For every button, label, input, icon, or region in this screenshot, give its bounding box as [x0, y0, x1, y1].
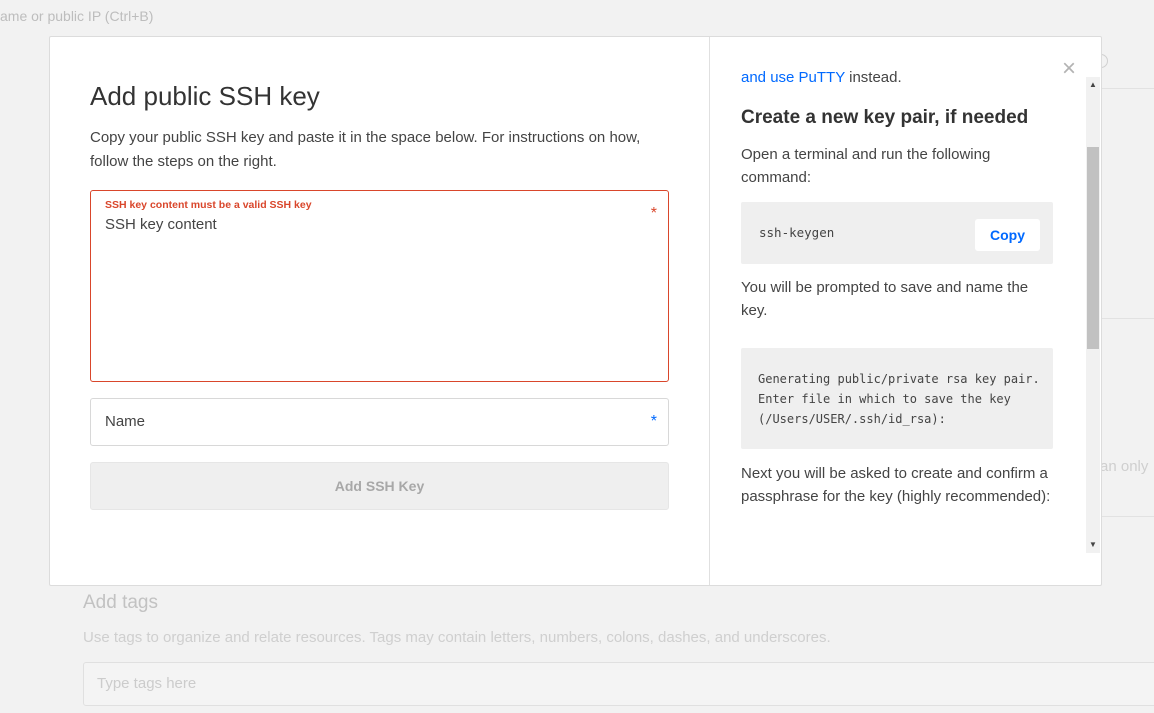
tags-section-description: Use tags to organize and relate resource… — [83, 629, 831, 646]
modal-description: Copy your public SSH key and paste it in… — [90, 129, 641, 170]
key-name-label: Name — [105, 413, 146, 430]
ssh-key-form: Add public SSH key Copy your public SSH … — [50, 37, 709, 585]
instructions-step-3: Next you will be asked to create and con… — [741, 465, 1051, 505]
scroll-down-arrow-icon[interactable]: ▼ — [1086, 539, 1100, 551]
scroll-thumb[interactable] — [1087, 147, 1099, 349]
ssh-key-content-field[interactable]: SSH key content must be a valid SSH key … — [90, 190, 669, 382]
add-ssh-key-modal: Add public SSH key Copy your public SSH … — [49, 36, 1102, 586]
tags-section-title: Add tags — [83, 592, 158, 613]
ssh-key-content-label: SSH key content — [105, 216, 217, 233]
output-text: Generating public/private rsa key pair. … — [758, 372, 1040, 426]
instructions-heading: Create a new key pair, if needed — [741, 107, 1029, 128]
ssh-key-error-message: SSH key content must be a valid SSH key — [105, 199, 312, 211]
instructions-step-2: You will be prompted to save and name th… — [741, 279, 1029, 319]
output-code-block: Generating public/private rsa key pair. … — [741, 348, 1053, 449]
required-asterisk: * — [650, 205, 657, 222]
instructions-pane: and use PuTTY instead. Create a new key … — [710, 37, 1102, 585]
scroll-up-arrow-icon[interactable]: ▲ — [1086, 79, 1100, 91]
key-name-field[interactable]: Name * — [90, 398, 669, 446]
background-divider — [1100, 318, 1154, 319]
close-icon[interactable]: × — [1058, 57, 1080, 81]
instructions-fragment-text: instead. — [844, 69, 902, 86]
command-code-block: ssh-keygen Copy — [741, 202, 1053, 264]
copy-command-button[interactable]: Copy — [975, 219, 1040, 251]
tags-input: Type tags here — [83, 662, 1154, 706]
add-ssh-key-button[interactable]: Add SSH Key — [90, 462, 669, 510]
modal-title: Add public SSH key — [90, 81, 320, 111]
background-text-fragment: an only — [1100, 458, 1149, 475]
background-divider — [1100, 88, 1154, 89]
background-divider — [1100, 516, 1154, 517]
instructions-scrollbar[interactable]: ▲ ▼ — [1086, 77, 1100, 553]
command-text: ssh-keygen — [759, 225, 835, 240]
background-search-text: ame or public IP (Ctrl+B) — [0, 8, 154, 24]
instructions-fragment: and use PuTTY instead. — [741, 69, 902, 86]
putty-link[interactable]: and use PuTTY — [741, 69, 845, 86]
required-asterisk: * — [650, 413, 657, 430]
instructions-step-1: Open a terminal and run the following co… — [741, 146, 991, 186]
